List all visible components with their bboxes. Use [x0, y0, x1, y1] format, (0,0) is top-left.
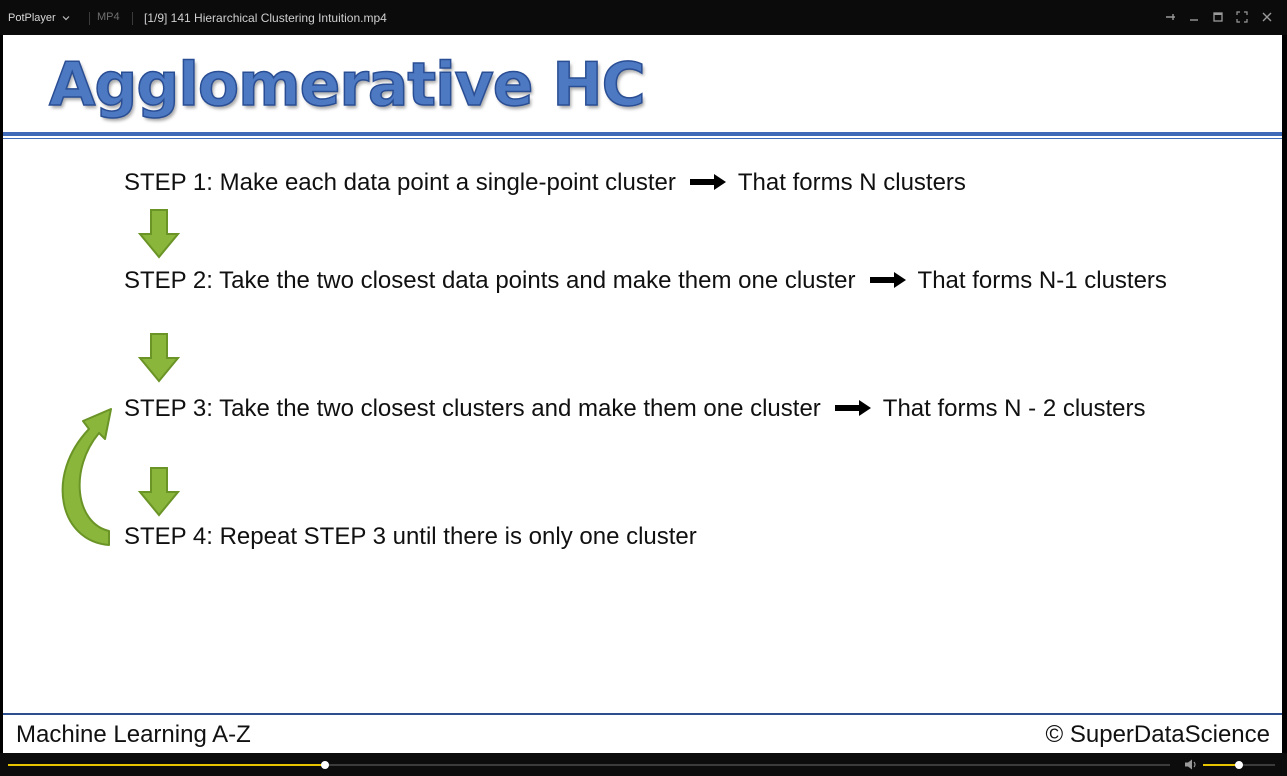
fullscreen-icon — [1236, 11, 1248, 23]
step-1: STEP 1: Make each data point a single-po… — [124, 168, 1234, 198]
step-2: STEP 2: Take the two closest data points… — [124, 266, 1234, 296]
down-arrow-icon — [137, 333, 181, 383]
step-4: STEP 4: Repeat STEP 3 until there is onl… — [124, 522, 1234, 552]
down-arrow-icon — [137, 467, 181, 517]
step-label: STEP 1 — [124, 169, 207, 196]
seek-thumb[interactable] — [321, 761, 330, 769]
minimize-icon — [1190, 19, 1198, 21]
fullscreen-button[interactable] — [1234, 9, 1250, 25]
course-name: Machine Learning A-Z — [16, 721, 251, 748]
format-badge: MP4 — [97, 11, 120, 23]
control-bar — [0, 753, 1287, 776]
step-result: That forms N - 2 clusters — [882, 395, 1146, 422]
step-text: : Take the two closest data points and m… — [206, 267, 856, 294]
volume-thumb[interactable] — [1235, 761, 1243, 769]
step-label: STEP 3 — [124, 395, 207, 422]
pin-icon — [1166, 14, 1175, 20]
divider — [132, 12, 133, 25]
right-arrow-icon — [689, 173, 726, 190]
file-title: [1/9] 141 Hierarchical Clustering Intuit… — [144, 11, 387, 25]
app-menu-button[interactable]: PotPlayer — [8, 6, 71, 30]
minimize-button[interactable] — [1186, 9, 1202, 25]
right-arrow-icon — [869, 271, 906, 288]
divider — [89, 12, 90, 25]
maximize-button[interactable] — [1210, 9, 1226, 25]
step-ref: STEP 3 — [303, 523, 386, 550]
title-divider-thin — [3, 138, 1282, 139]
app-name: PotPlayer — [8, 12, 56, 24]
step-label: STEP 2 — [124, 267, 207, 294]
volume-slider[interactable] — [1203, 761, 1275, 769]
copyright: © SuperDataScience — [1045, 721, 1270, 748]
down-arrow-icon — [137, 209, 181, 259]
video-area[interactable]: Agglomerative HC STEP 1: Make each data … — [3, 35, 1282, 753]
step-text: : Repeat — [206, 523, 304, 550]
step-3: STEP 3: Take the two closest clusters an… — [124, 394, 1234, 424]
close-button[interactable] — [1259, 9, 1275, 25]
step-text: : Take the two closest clusters and make… — [206, 395, 821, 422]
step-text: : Make each data point a single-point cl… — [206, 169, 676, 196]
step-label: STEP 4 — [124, 523, 207, 550]
right-arrow-icon — [834, 399, 871, 416]
step-text-end: until there is only one cluster — [385, 523, 697, 550]
chevron-down-icon — [62, 16, 70, 21]
title-bar: PotPlayer MP4 [1/9] 141 Hierarchical Clu… — [0, 0, 1287, 35]
volume-level — [1203, 764, 1239, 766]
volume-icon[interactable] — [1184, 758, 1198, 771]
seek-progress — [8, 764, 326, 766]
close-icon — [1262, 12, 1272, 22]
title-divider — [3, 132, 1282, 136]
step-result: That forms N-1 clusters — [917, 267, 1167, 294]
step-result: That forms N clusters — [737, 169, 966, 196]
pin-button[interactable] — [1162, 9, 1178, 25]
loop-back-arrow-icon — [61, 408, 112, 546]
seek-bar[interactable] — [8, 761, 1170, 769]
slide-title: Agglomerative HC — [48, 49, 646, 121]
maximize-icon — [1213, 12, 1223, 22]
footer-divider — [3, 713, 1282, 715]
